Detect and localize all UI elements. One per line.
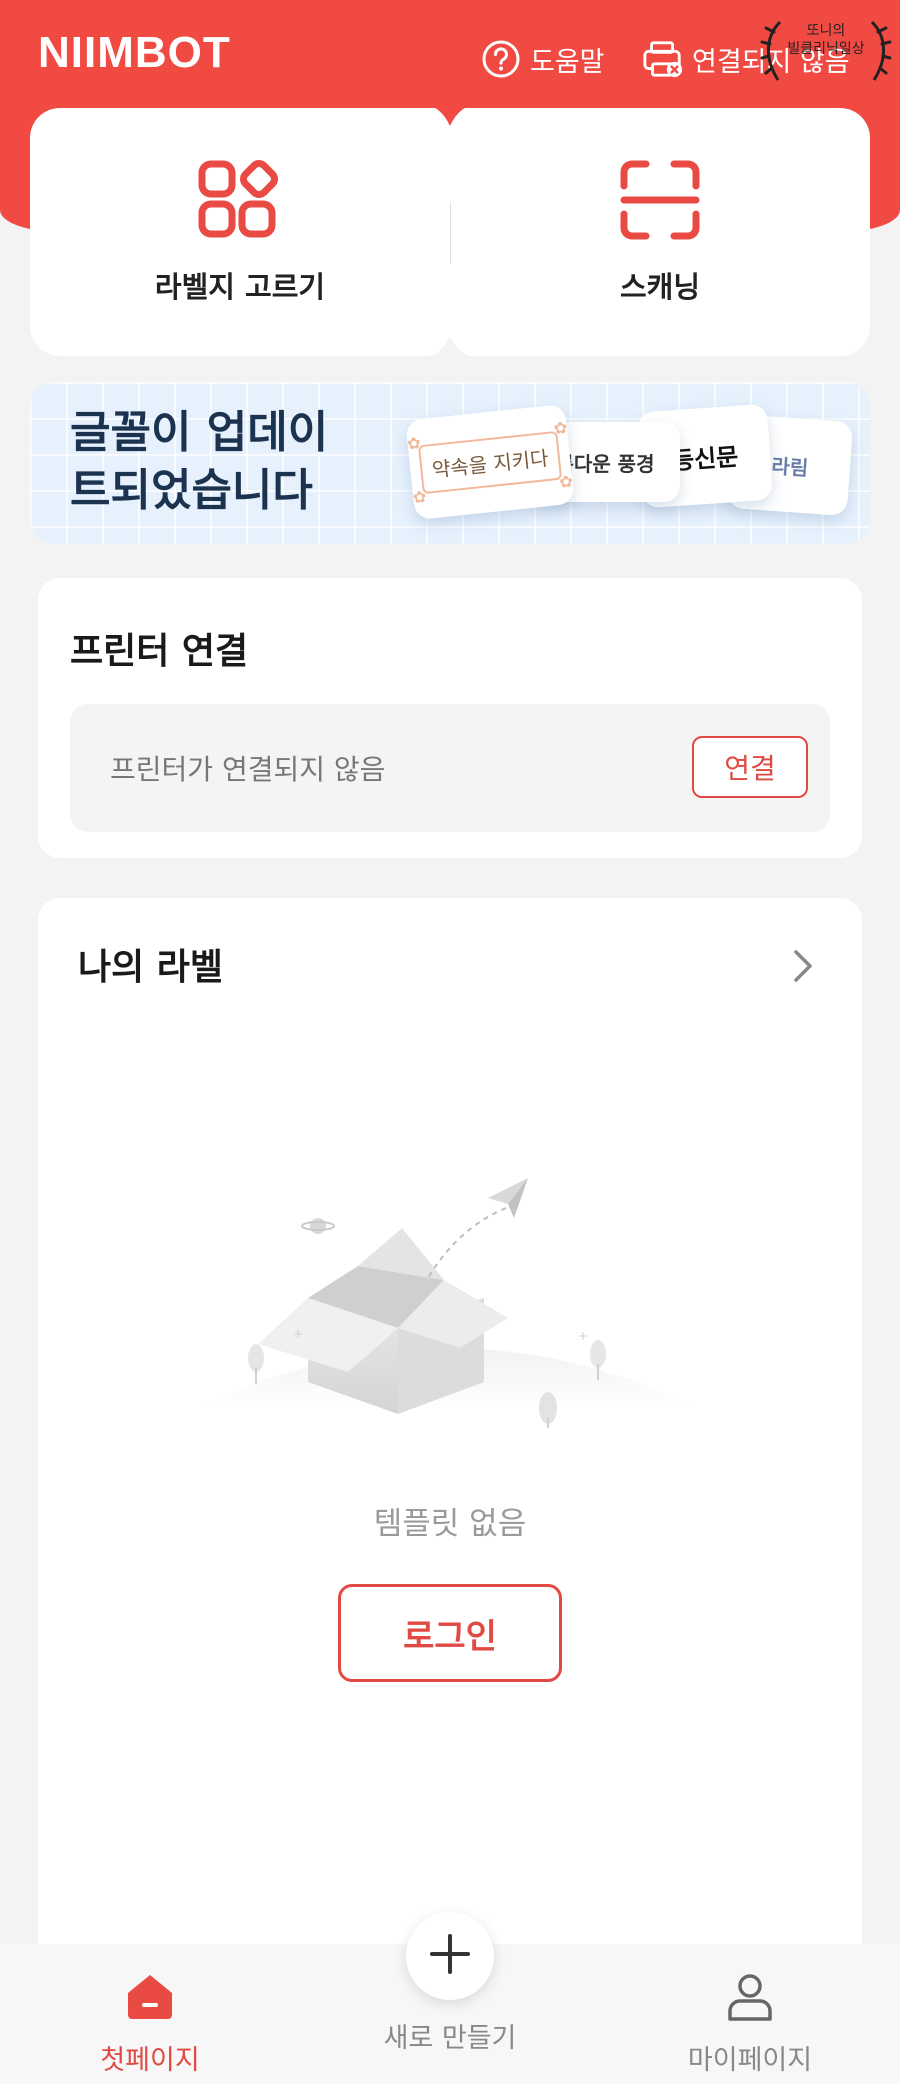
- choose-label-text: 라벨지 고르기: [154, 270, 326, 304]
- printer-status-row: 프린터가 연결되지 않음 연결: [70, 704, 830, 832]
- login-button[interactable]: 로그인: [338, 1584, 562, 1682]
- help-icon: [480, 38, 522, 80]
- grid-apps-icon: [198, 158, 282, 246]
- banner-title-line2: 트되었습니다: [70, 465, 313, 516]
- star-icon: ✿: [558, 471, 574, 492]
- printer-disconnected-icon: [642, 38, 684, 80]
- my-labels-title: 나의 라벨: [78, 947, 224, 988]
- nav-create-label: 새로 만들기: [383, 2023, 517, 2054]
- star-icon: ✿: [411, 486, 428, 507]
- laurel-left-icon: [760, 20, 782, 81]
- help-button[interactable]: 도움말: [480, 36, 605, 82]
- font-update-banner[interactable]: 글꼴이 업데이 트되었습니다 라림 등신문 름다운 풍경 ✿ ✿ ✿ ✿ 약속을…: [30, 382, 870, 544]
- banner-title: 글꼴이 업데이 트되었습니다: [70, 404, 370, 520]
- brand-logo: NIIMBOT: [38, 28, 231, 77]
- nav-mypage-label: 마이페이지: [687, 2045, 813, 2076]
- nav-mypage-tab[interactable]: 마이페이지: [600, 1944, 900, 2084]
- printer-status-text: 프린터가 연결되지 않음: [110, 753, 386, 786]
- quick-actions-card: 라벨지 고르기 스캐닝: [30, 108, 870, 356]
- banner-title-line1: 글꼴이 업데이: [70, 407, 329, 458]
- header-notch: [420, 104, 480, 126]
- svg-text:+: +: [293, 1327, 303, 1341]
- plus-icon: [428, 1932, 472, 1980]
- scan-button[interactable]: 스캐닝: [450, 108, 870, 356]
- star-icon: ✿: [406, 432, 422, 453]
- my-labels-card: 나의 라벨 + + 템플릿 없음 로그인: [38, 898, 862, 2084]
- connect-button[interactable]: 연결: [692, 736, 808, 798]
- sample-label-4-text: 라림: [770, 453, 810, 480]
- choose-label-button[interactable]: 라벨지 고르기: [30, 108, 450, 356]
- printer-card-title: 프린터 연결: [70, 631, 249, 672]
- nav-home-label: 첫페이지: [100, 2045, 200, 2076]
- nav-home-tab[interactable]: 첫페이지: [0, 1944, 300, 2084]
- star-icon: ✿: [552, 417, 569, 438]
- printer-connection-card: 프린터 연결 프린터가 연결되지 않음 연결: [38, 578, 862, 858]
- empty-box-illustration: + +: [198, 1178, 698, 1428]
- watermark-logo: 또니의 빌클리닉일상: [760, 18, 892, 84]
- svg-text:+: +: [578, 1329, 588, 1343]
- sample-label-1-text: 약속을 지키다: [430, 445, 550, 482]
- scan-icon: [618, 158, 702, 246]
- card-bottom-notch: [420, 336, 480, 358]
- home-icon: [123, 1970, 177, 2024]
- chevron-right-icon[interactable]: [788, 946, 818, 986]
- user-icon: [723, 1970, 777, 2024]
- help-label: 도움말: [530, 46, 605, 78]
- sample-label-3-text: 등신문: [671, 442, 740, 475]
- sample-label-1: ✿ ✿ ✿ ✿ 약속을 지키다: [405, 403, 575, 521]
- empty-templates-text: 템플릿 없음: [373, 1506, 527, 1542]
- create-new-button[interactable]: [406, 1912, 494, 2000]
- sample-label-1-frame: ✿ ✿ ✿ ✿ 약속을 지키다: [406, 417, 574, 506]
- scan-label-text: 스캐닝: [619, 270, 701, 304]
- laurel-right-icon: [870, 20, 892, 81]
